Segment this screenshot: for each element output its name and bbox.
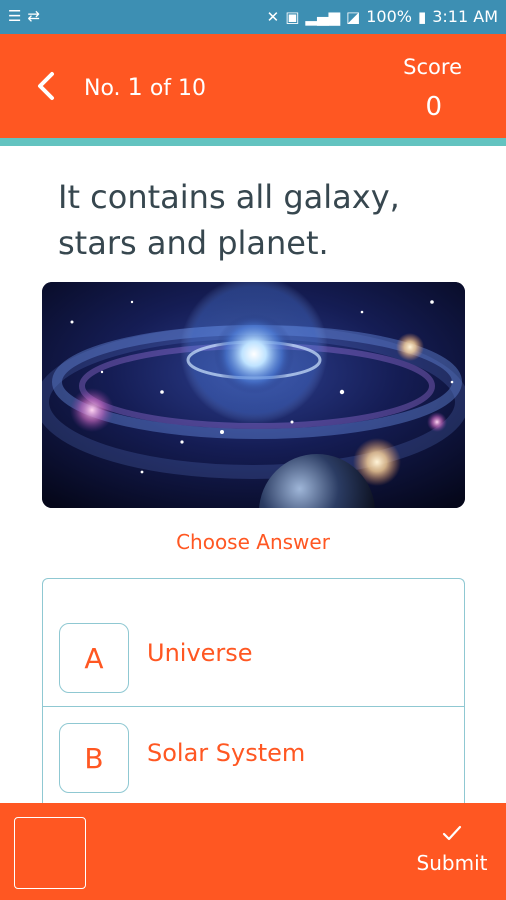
nfc-icon: ▣ (285, 8, 300, 26)
current-question-number: 1 (127, 73, 143, 101)
mute-icon: ✕ (266, 8, 280, 26)
answer-text-b: Solar System (147, 739, 306, 767)
galaxy-illustration (42, 282, 465, 508)
status-bar-left: ☰ ⇄ (8, 6, 40, 26)
answer-option-a[interactable]: A Universe (43, 607, 464, 707)
answer-letter-a: A (59, 623, 129, 693)
score-value: 0 (425, 92, 442, 122)
answer-text-a: Universe (147, 639, 253, 667)
chevron-left-icon (38, 72, 54, 100)
question-counter: No. 1 of 10 (84, 72, 206, 104)
status-bar: ☰ ⇄ ✕ ▣ ▂▄▆ ◪ 100% ▮ 3:11 AM (0, 0, 506, 34)
quiz-header: No. 1 of 10 Score 0 (0, 34, 506, 138)
question-text: It contains all galaxy, stars and planet… (58, 178, 400, 262)
usb-icon: ⇄ (27, 7, 41, 25)
back-button[interactable] (30, 68, 64, 104)
header-divider (0, 138, 506, 146)
choose-answer-label: Choose Answer (176, 530, 330, 554)
notification-list-icon: ☰ (8, 7, 22, 25)
answer-option-b[interactable]: B Solar System (43, 707, 464, 807)
signal-boxed-icon: ◪ (346, 8, 361, 26)
battery-percent: 100% (366, 7, 412, 26)
bottom-bar: Submit (0, 803, 506, 900)
score-label: Score (403, 55, 462, 79)
battery-icon: ▮ (417, 8, 427, 26)
check-icon (442, 825, 462, 841)
galaxy-image (42, 282, 465, 508)
selected-answer-box[interactable] (14, 817, 86, 889)
clock: 3:11 AM (432, 7, 498, 26)
answer-list: A Universe B Solar System (42, 578, 465, 808)
submit-label: Submit (416, 851, 488, 875)
status-bar-right: ✕ ▣ ▂▄▆ ◪ 100% ▮ 3:11 AM (267, 6, 498, 28)
counter-suffix: of 10 (149, 76, 207, 101)
signal-icon: ▂▄▆ (305, 8, 341, 26)
submit-button[interactable]: Submit (412, 821, 492, 883)
answer-letter-b: B (59, 723, 129, 793)
counter-prefix: No. (84, 76, 121, 101)
